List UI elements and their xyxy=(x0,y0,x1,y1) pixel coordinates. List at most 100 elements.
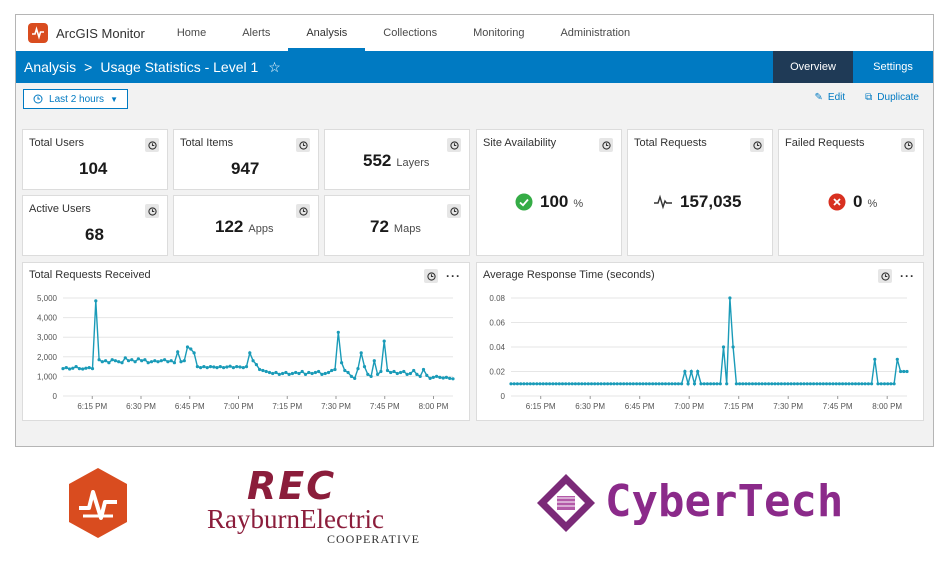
data-point xyxy=(290,371,294,376)
card-value: 100 xyxy=(540,192,569,211)
data-point xyxy=(886,382,890,386)
data-point xyxy=(415,372,419,376)
y-tick-label: 4,000 xyxy=(37,314,58,323)
rec-mark: REC xyxy=(247,464,337,508)
y-tick-label: 2,000 xyxy=(37,353,58,362)
breadcrumb-separator: > xyxy=(84,59,93,75)
data-point xyxy=(251,359,255,363)
page-header-bar: Analysis > Usage Statistics - Level 1 ☆ … xyxy=(16,51,933,83)
data-point xyxy=(644,382,648,386)
data-point xyxy=(215,366,219,370)
data-point xyxy=(113,359,117,363)
chart-actions: ··· xyxy=(878,269,915,283)
data-point xyxy=(90,367,95,371)
clock-icon[interactable] xyxy=(447,138,461,152)
card-value: 72 xyxy=(370,217,389,236)
edit-button[interactable]: ✎ Edit xyxy=(815,92,846,103)
card-value: 0 xyxy=(853,192,863,211)
data-point xyxy=(156,360,160,364)
data-point xyxy=(218,365,222,369)
time-range-dropdown[interactable]: Last 2 hours ▼ xyxy=(23,89,128,109)
data-point xyxy=(244,365,249,369)
data-point xyxy=(172,361,176,365)
maps-card: 72 Maps xyxy=(324,195,470,256)
data-point xyxy=(389,370,393,375)
data-point xyxy=(738,382,742,386)
card-unit: Maps xyxy=(393,223,421,235)
data-point xyxy=(544,382,548,386)
arcgis-monitor-logo-icon[interactable] xyxy=(28,23,48,43)
data-point xyxy=(428,376,432,380)
data-point xyxy=(81,367,85,371)
clock-icon[interactable] xyxy=(424,269,438,283)
data-point xyxy=(870,382,874,386)
data-point xyxy=(651,382,655,386)
nav-monitoring[interactable]: Monitoring xyxy=(455,15,542,51)
series-line xyxy=(62,300,454,380)
y-tick-label: 0 xyxy=(501,392,506,401)
nav-home[interactable]: Home xyxy=(159,15,224,51)
clock-icon[interactable] xyxy=(878,269,892,283)
clock-icon[interactable] xyxy=(901,138,915,152)
card-value: 157,035 xyxy=(680,192,742,211)
total-requests-card: Total Requests 157,035 xyxy=(627,129,773,256)
data-point xyxy=(258,367,262,372)
data-point xyxy=(863,382,867,386)
y-tick-label: 0.06 xyxy=(489,319,505,328)
data-point xyxy=(531,382,536,386)
data-point xyxy=(567,382,571,386)
data-point xyxy=(323,371,327,376)
data-point xyxy=(343,368,347,373)
tab-settings[interactable]: Settings xyxy=(853,51,933,83)
clock-icon[interactable] xyxy=(145,204,159,218)
data-point xyxy=(176,350,180,354)
tab-overview[interactable]: Overview xyxy=(773,51,853,83)
data-point xyxy=(792,382,796,386)
data-point xyxy=(320,372,324,376)
breadcrumb-root[interactable]: Analysis xyxy=(24,59,76,75)
data-point xyxy=(359,351,363,355)
card-label: Total Requests xyxy=(634,137,707,149)
y-tick-label: 3,000 xyxy=(37,333,58,342)
card-label: Total Items xyxy=(180,137,234,149)
more-options-icon[interactable]: ··· xyxy=(900,269,915,283)
data-point xyxy=(205,366,209,370)
nav-administration[interactable]: Administration xyxy=(542,15,648,51)
clock-icon[interactable] xyxy=(750,138,764,152)
data-point xyxy=(133,360,137,364)
data-point xyxy=(548,382,552,386)
duplicate-button[interactable]: ⧉ Duplicate xyxy=(865,92,919,103)
favorite-star-icon[interactable]: ☆ xyxy=(268,59,281,76)
clock-icon xyxy=(33,94,43,104)
data-point xyxy=(333,367,337,372)
data-point xyxy=(905,369,909,374)
total-requests-chart-card: Total Requests Received ··· 0 1,000 2,000 3… xyxy=(22,262,470,421)
data-point xyxy=(667,382,671,386)
data-point xyxy=(379,369,383,374)
clock-icon[interactable] xyxy=(599,138,613,152)
data-point xyxy=(189,347,193,351)
data-point xyxy=(564,382,568,386)
clock-icon[interactable] xyxy=(447,204,461,218)
data-point xyxy=(87,366,91,370)
data-point xyxy=(606,382,610,386)
data-point xyxy=(297,371,301,376)
clock-icon[interactable] xyxy=(296,138,310,152)
data-point xyxy=(94,299,98,303)
data-point xyxy=(519,382,523,386)
nav-collections[interactable]: Collections xyxy=(365,15,455,51)
data-point xyxy=(795,382,800,386)
clock-icon[interactable] xyxy=(145,138,159,152)
y-tick-label: 0.04 xyxy=(489,343,505,352)
response-time-line-chart: 0 0.02 0.04 0.06 0.08 6:15 PM 6:30 PM 6:45 PM 7:… xyxy=(489,294,909,411)
data-point xyxy=(149,360,154,364)
clock-icon[interactable] xyxy=(296,204,310,218)
nav-alerts[interactable]: Alerts xyxy=(224,15,288,51)
toolbar: Last 2 hours ▼ ✎ Edit ⧉ Duplicate xyxy=(16,83,933,117)
data-point xyxy=(812,382,816,386)
data-point xyxy=(580,382,584,386)
data-point xyxy=(195,365,199,369)
more-options-icon[interactable]: ··· xyxy=(446,269,461,283)
nav-analysis[interactable]: Analysis xyxy=(288,15,366,51)
rec-sub: COOPERATIVE xyxy=(327,532,421,546)
